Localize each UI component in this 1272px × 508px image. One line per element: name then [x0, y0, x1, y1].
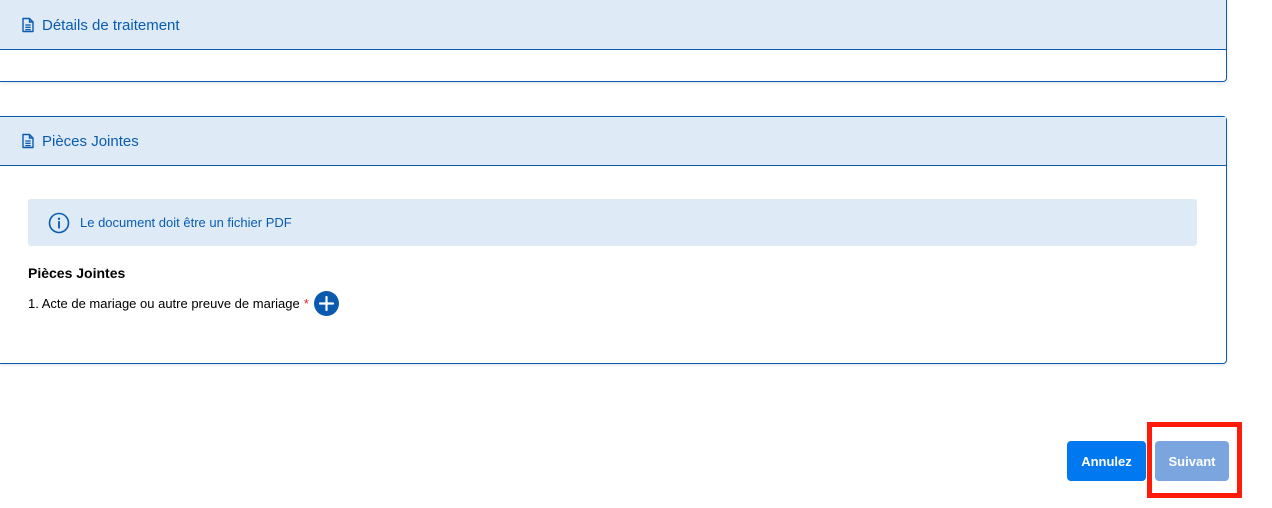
document-icon	[20, 17, 36, 33]
attachments-title: Pièces Jointes	[42, 132, 139, 150]
pdf-info-alert: Le document doit être un fichier PDF	[28, 199, 1197, 246]
attachments-panel: Pièces Jointes Le document doit être un …	[0, 116, 1227, 364]
info-icon	[48, 212, 70, 234]
processing-details-title: Détails de traitement	[42, 16, 180, 34]
attachment-item-label: 1. Acte de mariage ou autre preuve de ma…	[28, 296, 300, 311]
attachment-item: 1. Acte de mariage ou autre preuve de ma…	[28, 291, 339, 316]
pdf-info-text: Le document doit être un fichier PDF	[80, 215, 292, 230]
add-attachment-button[interactable]	[313, 291, 339, 316]
processing-details-panel: Détails de traitement	[0, 0, 1227, 82]
processing-details-header: Détails de traitement	[0, 0, 1226, 50]
attachments-header: Pièces Jointes	[0, 117, 1226, 166]
cancel-button[interactable]: Annulez	[1067, 441, 1146, 481]
plus-icon	[318, 295, 334, 312]
required-indicator: *	[303, 296, 309, 311]
next-button[interactable]: Suivant	[1155, 441, 1229, 481]
attachments-section-title: Pièces Jointes	[28, 265, 126, 281]
document-icon	[20, 133, 36, 149]
